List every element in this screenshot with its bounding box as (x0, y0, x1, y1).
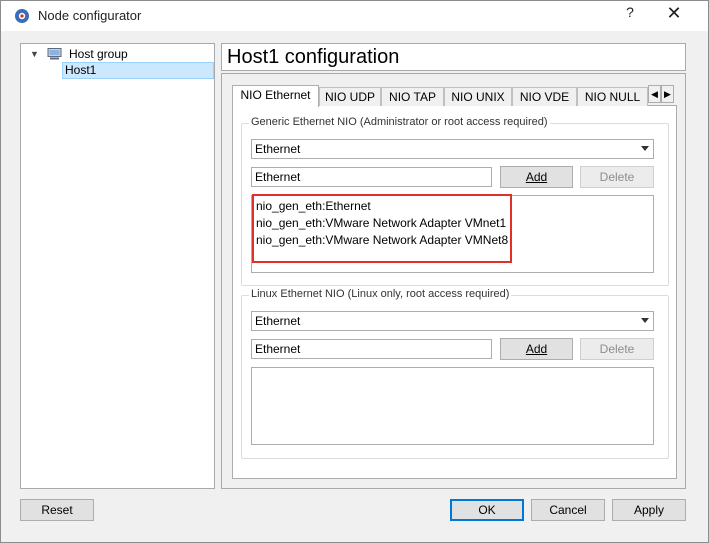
tab-scroll-left-icon[interactable]: ◀ (648, 85, 661, 103)
computer-icon (47, 48, 62, 60)
tab-nio-ethernet[interactable]: NIO Ethernet (232, 85, 319, 107)
linux-combo-value: Ethernet (255, 314, 301, 328)
list-item[interactable]: nio_gen_eth:VMware Network Adapter VMnet… (252, 215, 653, 232)
tree-group-label: Host group (69, 47, 128, 61)
chevron-down-icon (641, 318, 649, 323)
generic-delete-button[interactable]: Delete (580, 166, 654, 188)
page-title: Host1 configuration (221, 43, 686, 71)
generic-nio-list[interactable]: nio_gen_eth:Ethernet nio_gen_eth:VMware … (251, 195, 654, 273)
window-title: Node configurator (38, 8, 142, 23)
list-item[interactable]: nio_gen_eth:VMware Network Adapter VMNet… (252, 232, 653, 249)
linux-delete-button[interactable]: Delete (580, 338, 654, 360)
generic-combo-value: Ethernet (255, 142, 301, 156)
list-item[interactable]: nio_gen_eth:Ethernet (252, 198, 653, 215)
generic-add-button[interactable]: Add (500, 166, 573, 188)
linux-interface-combo[interactable]: Ethernet (251, 311, 654, 331)
tree-expand-arrow-icon[interactable]: ▼ (30, 45, 40, 63)
close-button[interactable]: ✕ (663, 3, 685, 25)
tab-nio-tap[interactable]: NIO TAP (381, 87, 444, 106)
tab-nio-vde[interactable]: NIO VDE (512, 87, 577, 106)
generic-delete-label: Delete (599, 170, 635, 184)
tab-page-nio-ethernet: Generic Ethernet NIO (Administrator or r… (232, 105, 677, 479)
linux-add-button[interactable]: Add (500, 338, 573, 360)
generic-input-value: Ethernet (255, 170, 301, 184)
app-icon (15, 9, 29, 23)
node-configurator-dialog: Node configurator ? ✕ ▼ Host group Host1… (0, 0, 709, 543)
tab-nio-null[interactable]: NIO NULL (577, 87, 648, 106)
generic-interface-input[interactable]: Ethernet (251, 167, 492, 187)
generic-ethernet-group: Generic Ethernet NIO (Administrator or r… (241, 116, 669, 286)
linux-input-value: Ethernet (255, 342, 301, 356)
tab-nio-udp[interactable]: NIO UDP (319, 87, 381, 106)
tree-item-host1[interactable]: Host1 (62, 62, 214, 79)
node-tree[interactable]: ▼ Host group Host1 (20, 43, 215, 489)
help-button[interactable]: ? (622, 4, 638, 24)
apply-button[interactable]: Apply (612, 499, 686, 521)
linux-add-label: Add (525, 342, 548, 356)
linux-group-legend: Linux Ethernet NIO (Linux only, root acc… (249, 288, 512, 300)
tree-item-host-group[interactable]: ▼ Host group (21, 45, 214, 63)
title-bar: Node configurator ? ✕ (1, 1, 708, 31)
linux-ethernet-group: Linux Ethernet NIO (Linux only, root acc… (241, 288, 669, 459)
ok-button[interactable]: OK (450, 499, 524, 521)
generic-add-label: Add (525, 170, 548, 184)
cancel-button[interactable]: Cancel (531, 499, 605, 521)
linux-nio-list[interactable] (251, 367, 654, 445)
generic-group-legend: Generic Ethernet NIO (Administrator or r… (249, 116, 550, 128)
tab-scroll-right-icon[interactable]: ▶ (661, 85, 674, 103)
tab-nio-unix[interactable]: NIO UNIX (444, 87, 512, 106)
linux-delete-label: Delete (599, 342, 635, 356)
nio-tab-bar: NIO Ethernet NIO UDP NIO TAP NIO UNIX NI… (232, 85, 677, 107)
chevron-down-icon (641, 146, 649, 151)
linux-interface-input[interactable]: Ethernet (251, 339, 492, 359)
generic-interface-combo[interactable]: Ethernet (251, 139, 654, 159)
reset-button[interactable]: Reset (20, 499, 94, 521)
